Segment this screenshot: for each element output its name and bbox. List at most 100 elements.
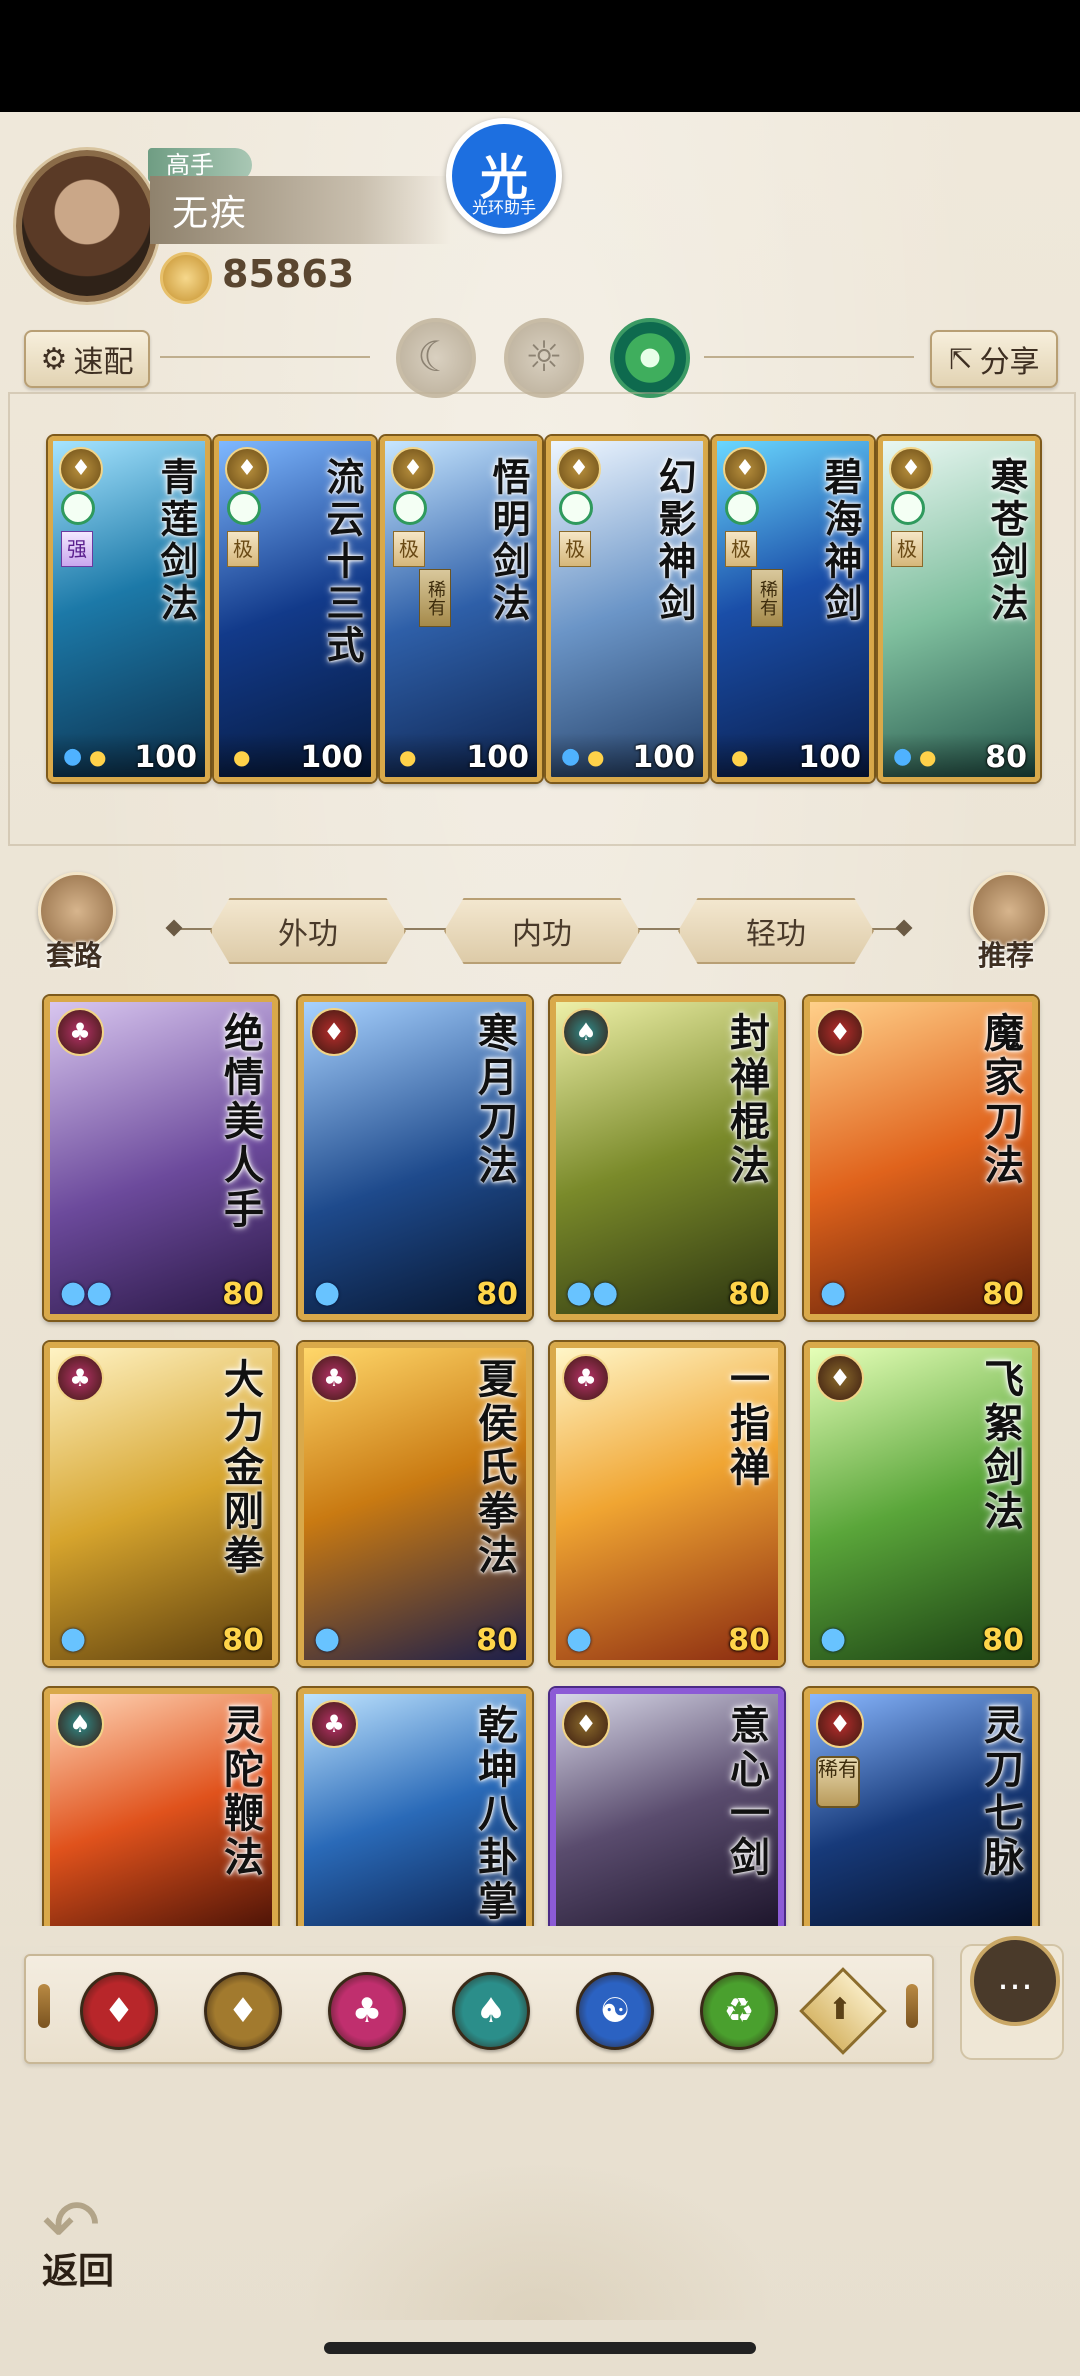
equipped-skill-card[interactable]: ♦ 极 寒苍剑法 ● ● 80: [878, 436, 1040, 782]
equipped-skill-card[interactable]: ♦ 强 青莲剑法 ● ● 100: [48, 436, 210, 782]
moon-icon: ☾: [417, 332, 455, 381]
skill-level: 100: [300, 740, 363, 775]
skill-title: 灵刀七脉: [977, 1704, 1024, 1880]
skill-title: 一指禅: [723, 1358, 770, 1490]
skill-type-icon: ♣: [310, 1700, 358, 1748]
tab-label: 内功: [512, 917, 572, 952]
share-icon: ⇱: [948, 341, 974, 377]
gourd-icon: ●: [919, 745, 937, 769]
skill-level: 100: [466, 740, 529, 775]
skill-title: 青莲剑法: [154, 457, 199, 625]
sun-mode-button[interactable]: ☼: [504, 318, 584, 398]
skill-level: 80: [222, 1623, 264, 1658]
skill-card[interactable]: ♦ 意心一剑: [550, 1688, 784, 1938]
halo-logo-label: 光环助手: [471, 198, 536, 217]
fist-filter-icon[interactable]: ♣: [328, 1972, 406, 2050]
tier-mark-icon: [61, 491, 95, 525]
skill-type-icon: ♣: [310, 1354, 358, 1402]
blade-filter-icon[interactable]: ♦: [80, 1972, 158, 2050]
recommend-button[interactable]: 推荐: [964, 872, 1048, 972]
skill-card[interactable]: ♠ 封禅棍法 ●● 80: [550, 996, 784, 1320]
drop-icons: ●: [60, 1621, 87, 1656]
status-bar: [0, 0, 1080, 112]
drop-icon: ●: [561, 744, 581, 769]
skill-card[interactable]: ♣ 夏侯氏拳法 ● 80: [298, 1342, 532, 1666]
filter-knob-right: [906, 1984, 918, 2028]
skill-card[interactable]: ♦ 寒月刀法 ● 80: [298, 996, 532, 1320]
sword-filter-icon[interactable]: ♦: [204, 1972, 282, 2050]
skill-title: 绝情美人手: [217, 1012, 264, 1232]
tab-internal[interactable]: 内功: [444, 898, 640, 964]
crescent-mode-button[interactable]: [610, 318, 690, 398]
skill-card[interactable]: ♣ 大力金刚拳 ● 80: [44, 1342, 278, 1666]
skill-level: 100: [632, 740, 695, 775]
skill-title: 悟明剑法: [486, 457, 531, 625]
equipped-skill-card[interactable]: ♦ 极 流云十三式 ● 100: [214, 436, 376, 782]
skill-title: 飞絮剑法: [977, 1358, 1024, 1534]
skill-level: 80: [222, 1277, 264, 1312]
drop-icons: ●: [314, 1621, 341, 1656]
skill-level: 100: [134, 740, 197, 775]
home-indicator[interactable]: [324, 2342, 756, 2354]
skill-card[interactable]: ♦ 魔家刀法 ● 80: [804, 996, 1038, 1320]
skill-card[interactable]: ♣ 绝情美人手 ●● 80: [44, 996, 278, 1320]
skill-title: 大力金刚拳: [217, 1358, 264, 1578]
skill-level: 80: [985, 740, 1027, 775]
tier-mark-icon: [393, 491, 427, 525]
skill-title: 夏侯氏拳法: [471, 1358, 518, 1578]
skill-title: 灵陀鞭法: [217, 1704, 264, 1880]
skill-level: 80: [728, 1277, 770, 1312]
skill-title: 寒月刀法: [471, 1012, 518, 1188]
equipped-skill-card[interactable]: ♦ 极 幻影神剑 ● ● 100: [546, 436, 708, 782]
skill-type-icon: ♠: [562, 1008, 610, 1056]
halo-assistant-button[interactable]: 光 光环助手: [446, 118, 562, 234]
gourd-icon: ●: [587, 745, 605, 769]
taiji-filter-icon[interactable]: ☯: [576, 1972, 654, 2050]
rare-tag: 稀有: [419, 569, 451, 627]
skill-title: 封禅棍法: [723, 1012, 770, 1188]
tier-mark-icon: [559, 491, 593, 525]
share-label: 分享: [979, 345, 1040, 380]
player-avatar[interactable]: [16, 150, 158, 302]
staff-filter-icon[interactable]: ♠: [452, 1972, 530, 2050]
chevron-up-icon: ⬆: [827, 1992, 853, 2027]
moon-mode-button[interactable]: ☾: [396, 318, 476, 398]
skill-card[interactable]: ♠ 灵陀鞭法: [44, 1688, 278, 1938]
recommend-label: 推荐: [977, 939, 1034, 972]
skill-title: 寒苍剑法: [984, 457, 1029, 625]
halo-logo-icon: 光 光环助手: [452, 124, 556, 228]
back-button[interactable]: ↶ 返回: [34, 2184, 144, 2294]
equipped-skill-card[interactable]: ♦ 极稀有 碧海神剑 ● 100: [712, 436, 874, 782]
grade-tag: 极: [891, 531, 923, 567]
skill-level: 80: [728, 1623, 770, 1658]
skill-level: 100: [798, 740, 861, 775]
skill-card[interactable]: ♣ 乾坤八卦掌: [298, 1688, 532, 1938]
skill-title: 乾坤八卦掌: [471, 1704, 518, 1924]
tier-mark-icon: [891, 491, 925, 525]
share-button[interactable]: ⇱ 分享: [930, 330, 1058, 388]
equipped-skill-card[interactable]: ♦ 极稀有 悟明剑法 ● 100: [380, 436, 542, 782]
skill-type-icon: ♠: [56, 1700, 104, 1748]
gourd-icon: ●: [233, 745, 251, 769]
power-value: 85863: [222, 252, 355, 296]
tab-lightness[interactable]: 轻功: [678, 898, 874, 964]
drop-icons: ●●: [60, 1275, 113, 1310]
grade-tag: 极: [559, 531, 591, 567]
skill-card[interactable]: ♦ 飞絮剑法 ● 80: [804, 1342, 1038, 1666]
gourd-icon: ●: [89, 745, 107, 769]
gourd-icon: ●: [399, 745, 417, 769]
tab-label: 轻功: [746, 917, 806, 952]
skill-card[interactable]: ♣ 一指禅 ● 80: [550, 1342, 784, 1666]
grade-tag: 强: [61, 531, 93, 567]
whip-filter-icon[interactable]: ♻: [700, 1972, 778, 2050]
skill-card[interactable]: ♦ 稀有 灵刀七脉: [804, 1688, 1038, 1938]
quick-config-button[interactable]: ⚙ 速配: [24, 330, 150, 388]
tab-label: 外功: [278, 917, 338, 952]
routine-button[interactable]: 套路: [32, 872, 116, 972]
chat-icon[interactable]: …: [970, 1936, 1060, 2026]
skill-title: 魔家刀法: [977, 1012, 1024, 1188]
skill-type-icon: ♣: [56, 1008, 104, 1056]
tab-external[interactable]: 外功: [210, 898, 406, 964]
skill-title: 碧海神剑: [818, 457, 863, 625]
drop-icons: ●●: [566, 1275, 619, 1310]
